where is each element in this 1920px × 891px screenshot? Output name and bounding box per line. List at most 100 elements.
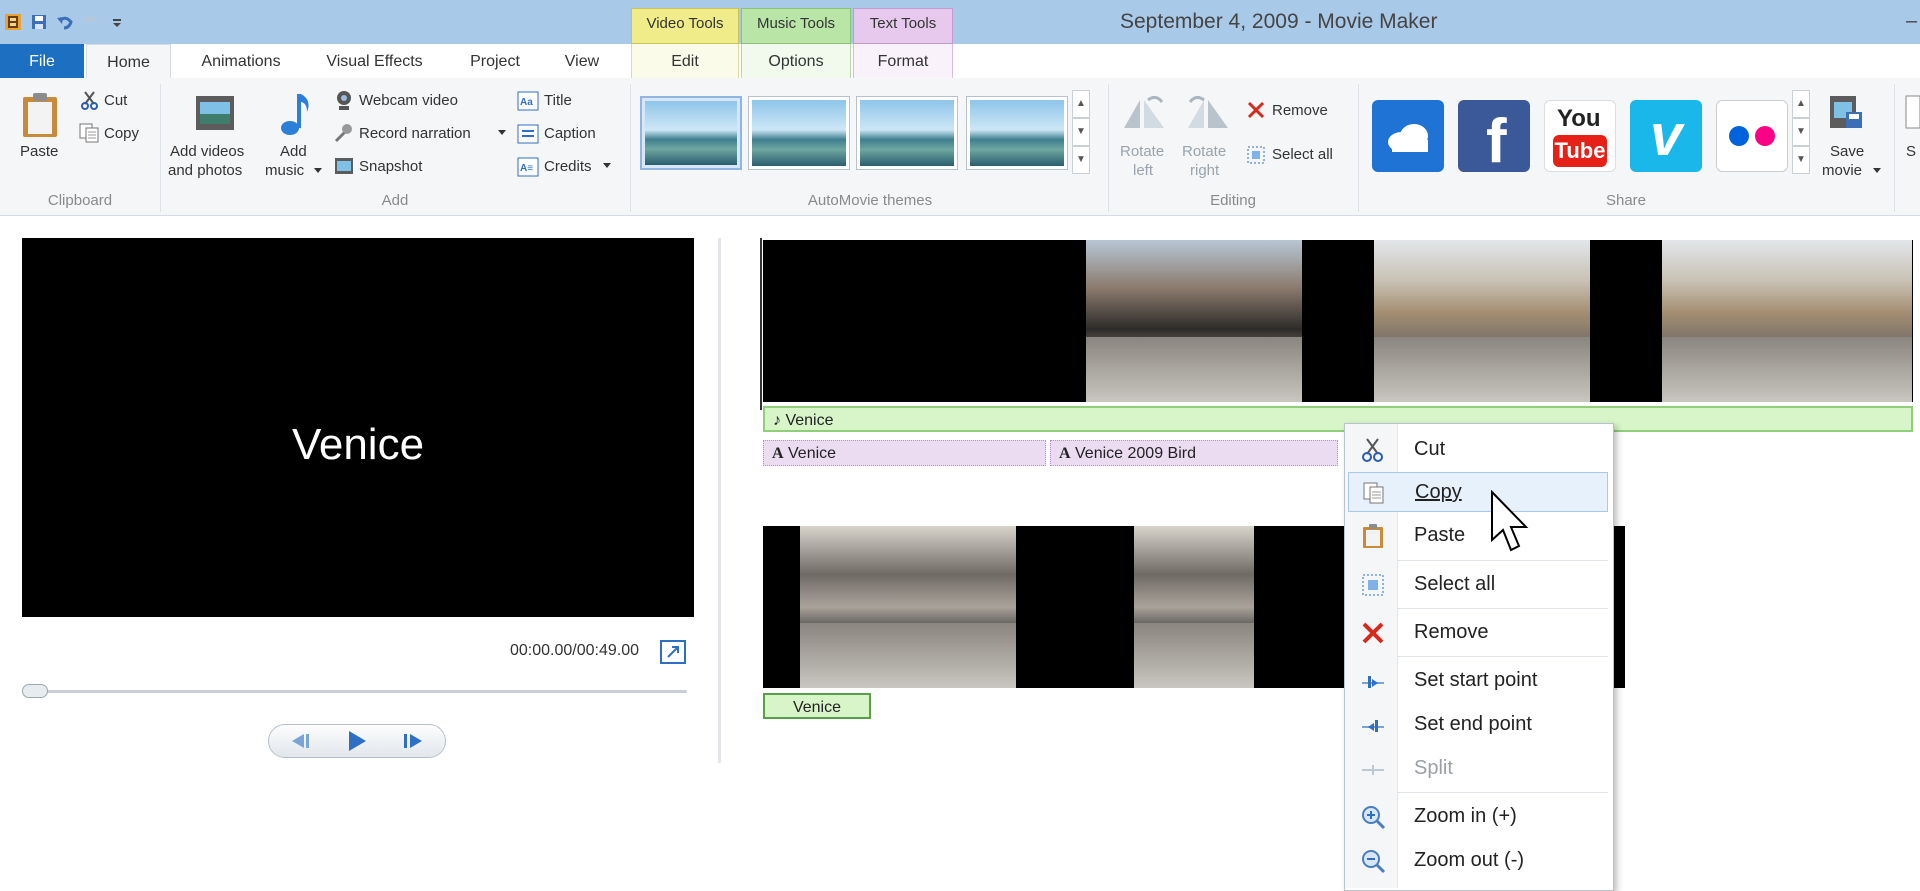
caption-icon[interactable]: [517, 124, 539, 144]
menu-item-select-all[interactable]: Select all: [1348, 565, 1608, 605]
paste-button-label[interactable]: Paste: [20, 143, 58, 160]
text-caption-bar-2[interactable]: A Venice 2009 Bird: [1050, 440, 1338, 466]
automovie-theme-contemporary[interactable]: [748, 96, 850, 170]
automovie-theme-fade[interactable]: [856, 96, 958, 170]
video-thumbnail-wedding-arcade-2[interactable]: [1134, 526, 1254, 688]
remove-button-label[interactable]: Remove: [1272, 102, 1328, 119]
automovie-theme-default[interactable]: [640, 96, 742, 170]
webcam-icon[interactable]: [334, 90, 354, 112]
copy-icon[interactable]: [78, 122, 100, 144]
playhead[interactable]: [760, 238, 762, 410]
save-movie-label-line2[interactable]: movie: [1822, 162, 1862, 179]
seek-bar[interactable]: [22, 690, 687, 693]
menu-item-split[interactable]: Split: [1348, 749, 1608, 789]
themes-scroll-up[interactable]: ▲: [1072, 90, 1090, 118]
add-videos-photos-icon[interactable]: [194, 92, 236, 134]
select-all-icon[interactable]: [1246, 145, 1266, 165]
tab-options[interactable]: Options: [756, 44, 836, 78]
rotate-right-icon[interactable]: [1184, 92, 1232, 132]
save-movie-icon[interactable]: [1828, 92, 1864, 132]
title-icon[interactable]: Aa: [517, 91, 539, 111]
snapshot-icon[interactable]: [334, 156, 354, 176]
movie-maker-app-icon[interactable]: [4, 13, 22, 31]
menu-item-zoom-out[interactable]: Zoom out (-): [1348, 841, 1608, 881]
previous-frame-icon[interactable]: [284, 731, 318, 751]
chevron-down-icon[interactable]: [313, 167, 323, 175]
share-scroll-down[interactable]: ▼: [1792, 118, 1810, 146]
credits-icon[interactable]: A≡: [517, 157, 539, 177]
add-music-label-line1[interactable]: Add: [280, 143, 307, 160]
share-expand-gallery[interactable]: ▼: [1792, 146, 1810, 174]
video-thumbnail-wedding-arcade-1[interactable]: [800, 526, 1016, 688]
copy-button-label[interactable]: Copy: [104, 125, 139, 142]
caption-button-label[interactable]: Caption: [544, 125, 596, 142]
sign-in-icon[interactable]: [1904, 92, 1920, 132]
clip-caption-bar[interactable]: Venice: [763, 693, 871, 719]
cut-icon[interactable]: [80, 90, 100, 110]
tab-visual-effects[interactable]: Visual Effects: [312, 44, 437, 78]
tab-view[interactable]: View: [550, 44, 614, 78]
full-screen-icon[interactable]: [660, 640, 686, 664]
redo-icon[interactable]: [82, 13, 100, 31]
themes-expand-gallery[interactable]: ▼: [1072, 146, 1090, 174]
music-caption-bar[interactable]: ♪ Venice: [763, 406, 1913, 432]
webcam-video-label[interactable]: Webcam video: [359, 92, 458, 109]
menu-item-copy[interactable]: Copy: [1348, 472, 1608, 512]
automovie-theme-pan-zoom[interactable]: [966, 96, 1068, 170]
menu-item-set-start-point[interactable]: Set start point: [1348, 661, 1608, 701]
add-videos-label-line2[interactable]: and photos: [168, 162, 242, 179]
rotate-left-label-line1[interactable]: Rotate: [1120, 143, 1164, 160]
rotate-left-icon[interactable]: [1120, 92, 1168, 132]
tab-home[interactable]: Home: [86, 44, 171, 79]
snapshot-label[interactable]: Snapshot: [359, 158, 422, 175]
add-videos-label-line1[interactable]: Add videos: [170, 143, 244, 160]
add-music-label-line2[interactable]: music: [265, 162, 304, 179]
microphone-icon[interactable]: [332, 122, 354, 144]
credits-button-label[interactable]: Credits: [544, 158, 592, 175]
video-thumbnail-san-marco-2[interactable]: [1662, 240, 1912, 402]
record-narration-label[interactable]: Record narration: [359, 125, 471, 142]
chevron-down-icon[interactable]: [497, 129, 507, 137]
video-thumbnail-san-marco-1[interactable]: [1374, 240, 1590, 402]
tab-project[interactable]: Project: [455, 44, 535, 78]
undo-icon[interactable]: [56, 13, 74, 31]
title-button-label[interactable]: Title: [544, 92, 572, 109]
remove-icon[interactable]: [1246, 100, 1266, 120]
menu-item-set-end-point[interactable]: Set end point: [1348, 705, 1608, 745]
menu-item-zoom-in[interactable]: Zoom in (+): [1348, 797, 1608, 837]
select-all-button-label[interactable]: Select all: [1272, 146, 1333, 163]
tab-file[interactable]: File: [0, 44, 84, 78]
chevron-down-icon[interactable]: [1872, 167, 1882, 175]
seek-handle[interactable]: [22, 684, 48, 698]
pane-splitter[interactable]: [718, 238, 721, 763]
save-movie-label-line1[interactable]: Save: [1830, 143, 1864, 160]
menu-item-cut[interactable]: Cut: [1348, 430, 1608, 470]
themes-scroll-down[interactable]: ▼: [1072, 118, 1090, 146]
menu-item-remove[interactable]: Remove: [1348, 613, 1608, 653]
menu-item-paste[interactable]: Paste: [1348, 516, 1608, 556]
play-icon[interactable]: [344, 729, 370, 753]
customize-toolbar-icon[interactable]: [108, 13, 126, 31]
rotate-right-label-line2[interactable]: right: [1190, 162, 1219, 179]
add-music-icon[interactable]: [280, 90, 312, 138]
cut-button-label[interactable]: Cut: [104, 92, 127, 109]
next-frame-icon[interactable]: [396, 731, 430, 751]
tab-animations[interactable]: Animations: [186, 44, 296, 78]
tab-format[interactable]: Format: [866, 44, 940, 78]
video-thumbnail-bird-woman[interactable]: [1086, 240, 1302, 402]
youtube-icon[interactable]: You Tube: [1544, 100, 1616, 172]
vimeo-icon[interactable]: v: [1630, 100, 1702, 172]
paste-icon[interactable]: [20, 92, 60, 138]
text-caption-bar-1[interactable]: A Venice: [763, 440, 1046, 466]
flickr-icon[interactable]: [1716, 100, 1788, 172]
save-icon[interactable]: [30, 13, 48, 31]
minimize-button[interactable]: –: [1906, 10, 1917, 33]
sign-in-label-partial[interactable]: S: [1906, 143, 1916, 160]
onedrive-icon[interactable]: [1372, 100, 1444, 172]
facebook-icon[interactable]: f: [1458, 100, 1530, 176]
share-scroll-up[interactable]: ▲: [1792, 90, 1810, 118]
tab-edit[interactable]: Edit: [648, 44, 722, 78]
chevron-down-icon[interactable]: [602, 162, 612, 170]
rotate-left-label-line2[interactable]: left: [1133, 162, 1153, 179]
rotate-right-label-line1[interactable]: Rotate: [1182, 143, 1226, 160]
